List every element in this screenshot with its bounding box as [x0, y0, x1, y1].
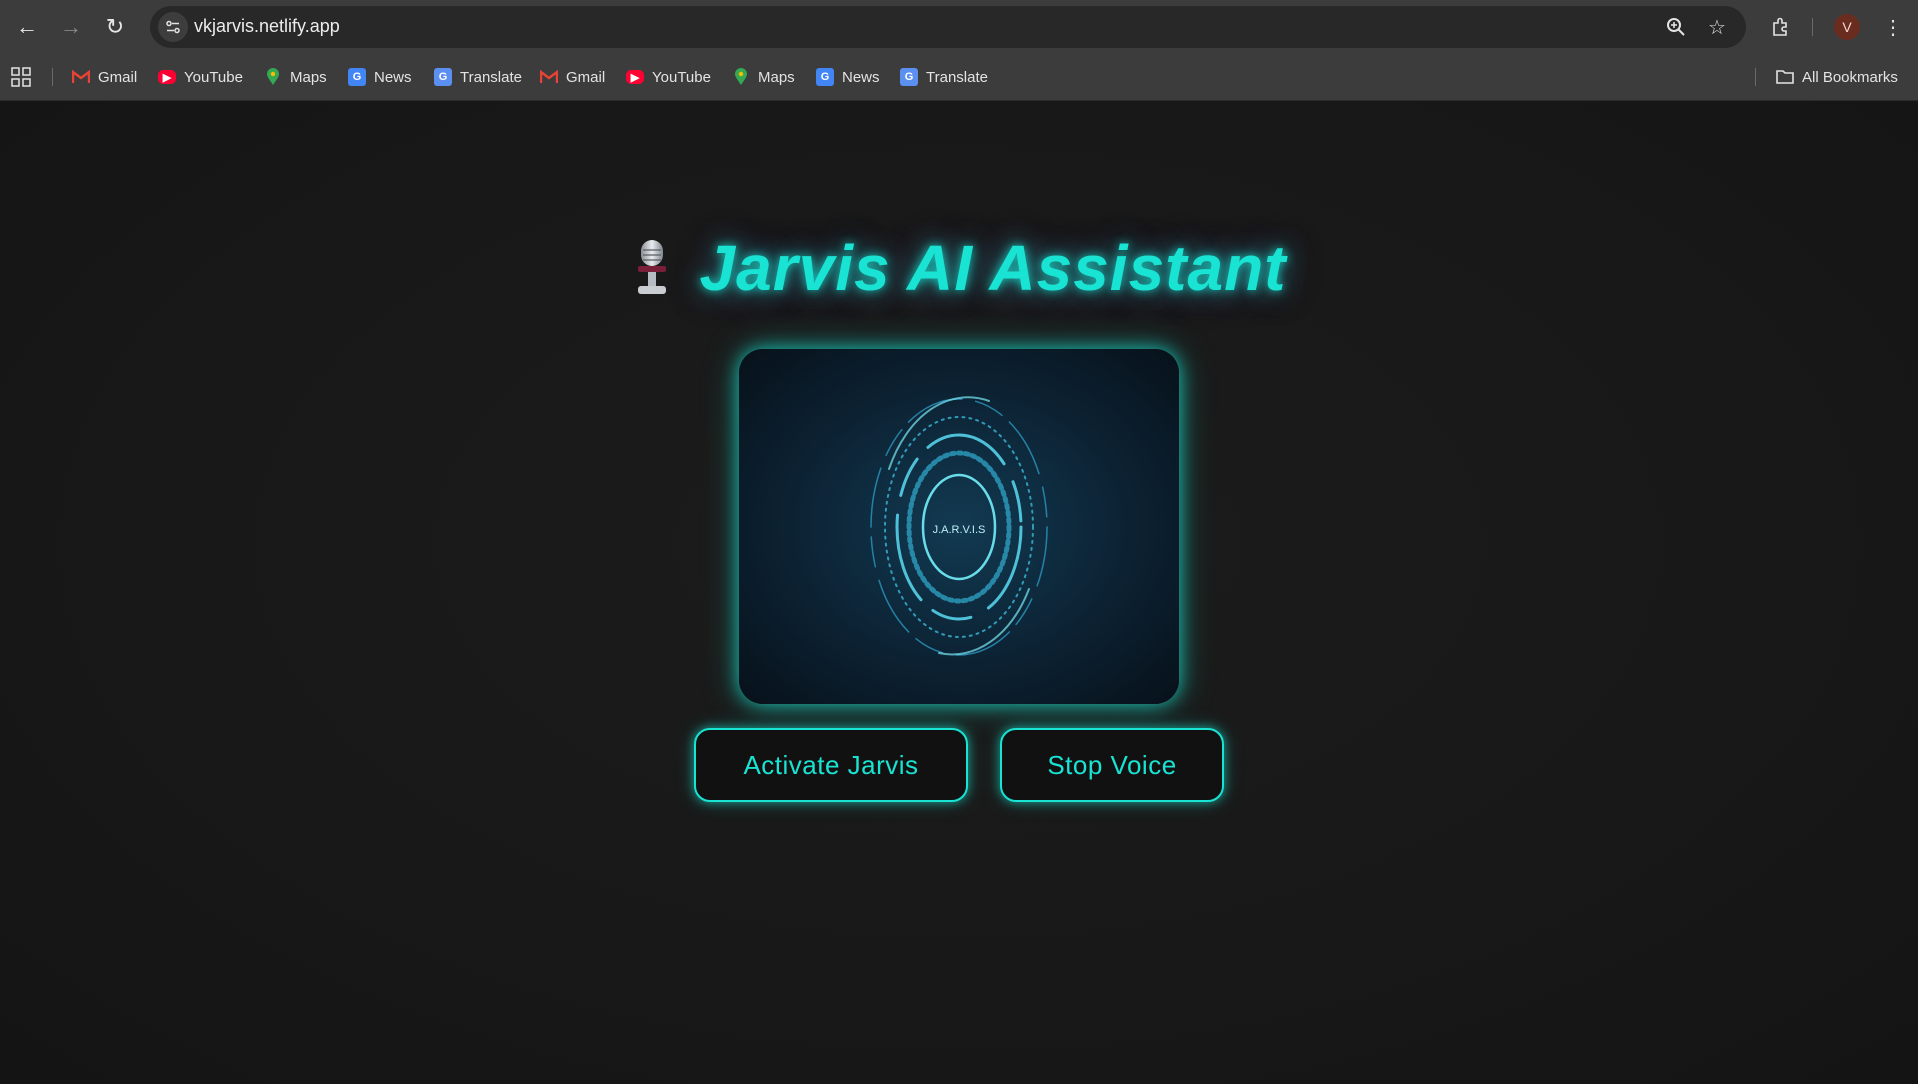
all-bookmarks-button[interactable]: All Bookmarks: [1776, 64, 1898, 90]
bookmark-label: Gmail: [566, 68, 606, 86]
jarvis-animation: J.A.R.V.I.S: [739, 349, 1179, 704]
maps-icon: [732, 68, 750, 86]
folder-icon: [1776, 68, 1794, 86]
translate-icon: G: [900, 68, 918, 86]
extensions-icon[interactable]: [1766, 12, 1796, 42]
gmail-icon: [72, 68, 90, 86]
bookmark-star-icon[interactable]: ☆: [1703, 13, 1731, 41]
bookmark-label: Translate: [926, 68, 988, 86]
bookmark-news[interactable]: G News: [348, 64, 412, 90]
bookmark-youtube[interactable]: ▶ YouTube: [626, 64, 711, 90]
bookmark-news[interactable]: G News: [816, 64, 880, 90]
bookmark-label: Translate: [460, 68, 522, 86]
bookmark-maps[interactable]: Maps: [732, 64, 795, 90]
bookmark-label: News: [374, 68, 412, 86]
address-bar[interactable]: vkjarvis.netlify.app ☆: [150, 6, 1746, 48]
zoom-icon[interactable]: [1662, 13, 1690, 41]
translate-icon: G: [434, 68, 452, 86]
stop-voice-button[interactable]: Stop Voice: [1000, 728, 1224, 802]
bookmark-label: Maps: [290, 68, 327, 86]
bookmark-gmail[interactable]: Gmail: [72, 64, 137, 90]
page-header: Jarvis AI Assistant: [0, 231, 1918, 305]
menu-icon[interactable]: ⋮: [1878, 12, 1908, 42]
activate-jarvis-button[interactable]: Activate Jarvis: [694, 728, 968, 802]
gmail-icon: [540, 68, 558, 86]
bookmarks-divider: [1755, 68, 1756, 86]
jarvis-logo-text: J.A.R.V.I.S: [933, 524, 986, 536]
back-icon[interactable]: ←: [12, 12, 42, 42]
microphone-icon: [632, 238, 672, 298]
bookmark-maps[interactable]: Maps: [264, 64, 327, 90]
news-icon: G: [348, 68, 366, 86]
browser-toolbar: ← → ↻ vkjarvis.netlify.app ☆ V ⋮: [0, 0, 1918, 54]
profile-avatar[interactable]: V: [1834, 14, 1860, 40]
bookmark-youtube[interactable]: ▶ YouTube: [158, 64, 243, 90]
bookmark-label: YouTube: [184, 68, 243, 86]
url-text[interactable]: vkjarvis.netlify.app: [194, 16, 340, 37]
page-title: Jarvis AI Assistant: [699, 232, 1287, 304]
bookmark-label: News: [842, 68, 880, 86]
bookmark-label: Gmail: [98, 68, 138, 86]
bookmark-translate[interactable]: G Translate: [900, 64, 988, 90]
maps-icon: [264, 68, 282, 86]
bookmark-translate[interactable]: G Translate: [434, 64, 522, 90]
youtube-icon: ▶: [158, 70, 176, 84]
youtube-icon: ▶: [626, 70, 644, 84]
toolbar-divider: [1812, 18, 1813, 36]
apps-grid-icon[interactable]: [10, 66, 32, 88]
bookmark-label: YouTube: [652, 68, 711, 86]
bookmarks-bar: Gmail ▶ YouTube Maps G News G Translate …: [0, 54, 1918, 101]
bookmark-label: Maps: [758, 68, 795, 86]
forward-icon[interactable]: →: [56, 12, 86, 42]
bookmark-gmail[interactable]: Gmail: [540, 64, 605, 90]
page-body: Jarvis AI Assistant J.A.R.V.I.S Activate…: [0, 101, 1918, 1084]
news-icon: G: [816, 68, 834, 86]
all-bookmarks-label: All Bookmarks: [1802, 68, 1898, 86]
site-info-icon[interactable]: [158, 12, 188, 42]
reload-icon[interactable]: ↻: [100, 12, 130, 42]
bookmarks-divider: [52, 68, 53, 86]
